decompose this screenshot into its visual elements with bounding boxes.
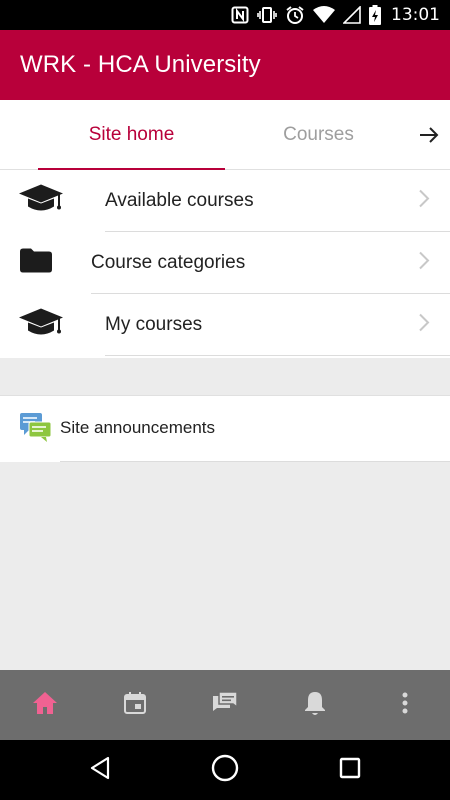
- menu-item-label: My courses: [105, 314, 203, 335]
- wifi-icon: [313, 6, 335, 24]
- tab-bar: Site home Courses: [0, 100, 450, 170]
- back-triangle-icon: [89, 756, 111, 785]
- home-icon: [32, 691, 58, 720]
- chat-bubbles-icon: [20, 413, 52, 448]
- tab-courses[interactable]: Courses: [225, 100, 412, 170]
- bell-icon: [304, 690, 326, 721]
- site-announcements-item[interactable]: Site announcements: [0, 395, 450, 462]
- divider: [105, 355, 450, 356]
- graduation-cap-icon: [18, 183, 64, 220]
- arrow-right-icon[interactable]: [416, 122, 442, 148]
- vibrate-icon: [257, 6, 277, 24]
- menu-item-label: Course categories: [91, 252, 246, 273]
- messages-icon: [212, 690, 238, 720]
- bottom-nav-calendar[interactable]: [90, 670, 180, 740]
- status-icons: 13:01: [231, 0, 450, 30]
- home-circle-icon: [211, 754, 239, 787]
- bottom-nav-notifications[interactable]: [270, 670, 360, 740]
- system-back-button[interactable]: [60, 740, 140, 800]
- bottom-nav-more[interactable]: [360, 670, 450, 740]
- divider: [60, 461, 450, 462]
- tab-site-home[interactable]: Site home: [38, 100, 225, 170]
- alarm-icon: [285, 5, 305, 25]
- chevron-right-icon: [418, 313, 430, 338]
- status-bar: 13:01: [0, 0, 450, 30]
- recents-square-icon: [339, 757, 361, 784]
- app-bar: WRK - HCA University: [0, 30, 450, 100]
- status-time: 13:01: [391, 5, 440, 25]
- chevron-right-icon: [418, 251, 430, 276]
- bottom-nav-messages[interactable]: [180, 670, 270, 740]
- system-recents-button[interactable]: [310, 740, 390, 800]
- system-home-button[interactable]: [185, 740, 265, 800]
- menu-item-available-courses[interactable]: Available courses: [0, 170, 450, 232]
- folder-icon: [20, 248, 52, 278]
- signal-icon: [343, 6, 361, 24]
- battery-charging-icon: [369, 5, 381, 25]
- menu-item-course-categories[interactable]: Course categories: [0, 232, 450, 294]
- bottom-nav: [0, 670, 450, 740]
- graduation-cap-icon: [18, 307, 64, 344]
- chevron-right-icon: [418, 189, 430, 214]
- app-title: WRK - HCA University: [20, 51, 261, 78]
- nfc-icon: [231, 6, 249, 24]
- menu-item-label: Available courses: [105, 190, 254, 211]
- system-nav-bar: [0, 740, 450, 800]
- menu-item-my-courses[interactable]: My courses: [0, 294, 450, 356]
- calendar-icon: [123, 691, 147, 720]
- more-vert-icon: [401, 692, 409, 719]
- site-home-menu: Available courses Course categories My c…: [0, 170, 450, 358]
- bottom-nav-home[interactable]: [0, 670, 90, 740]
- site-announcements-label: Site announcements: [60, 418, 215, 437]
